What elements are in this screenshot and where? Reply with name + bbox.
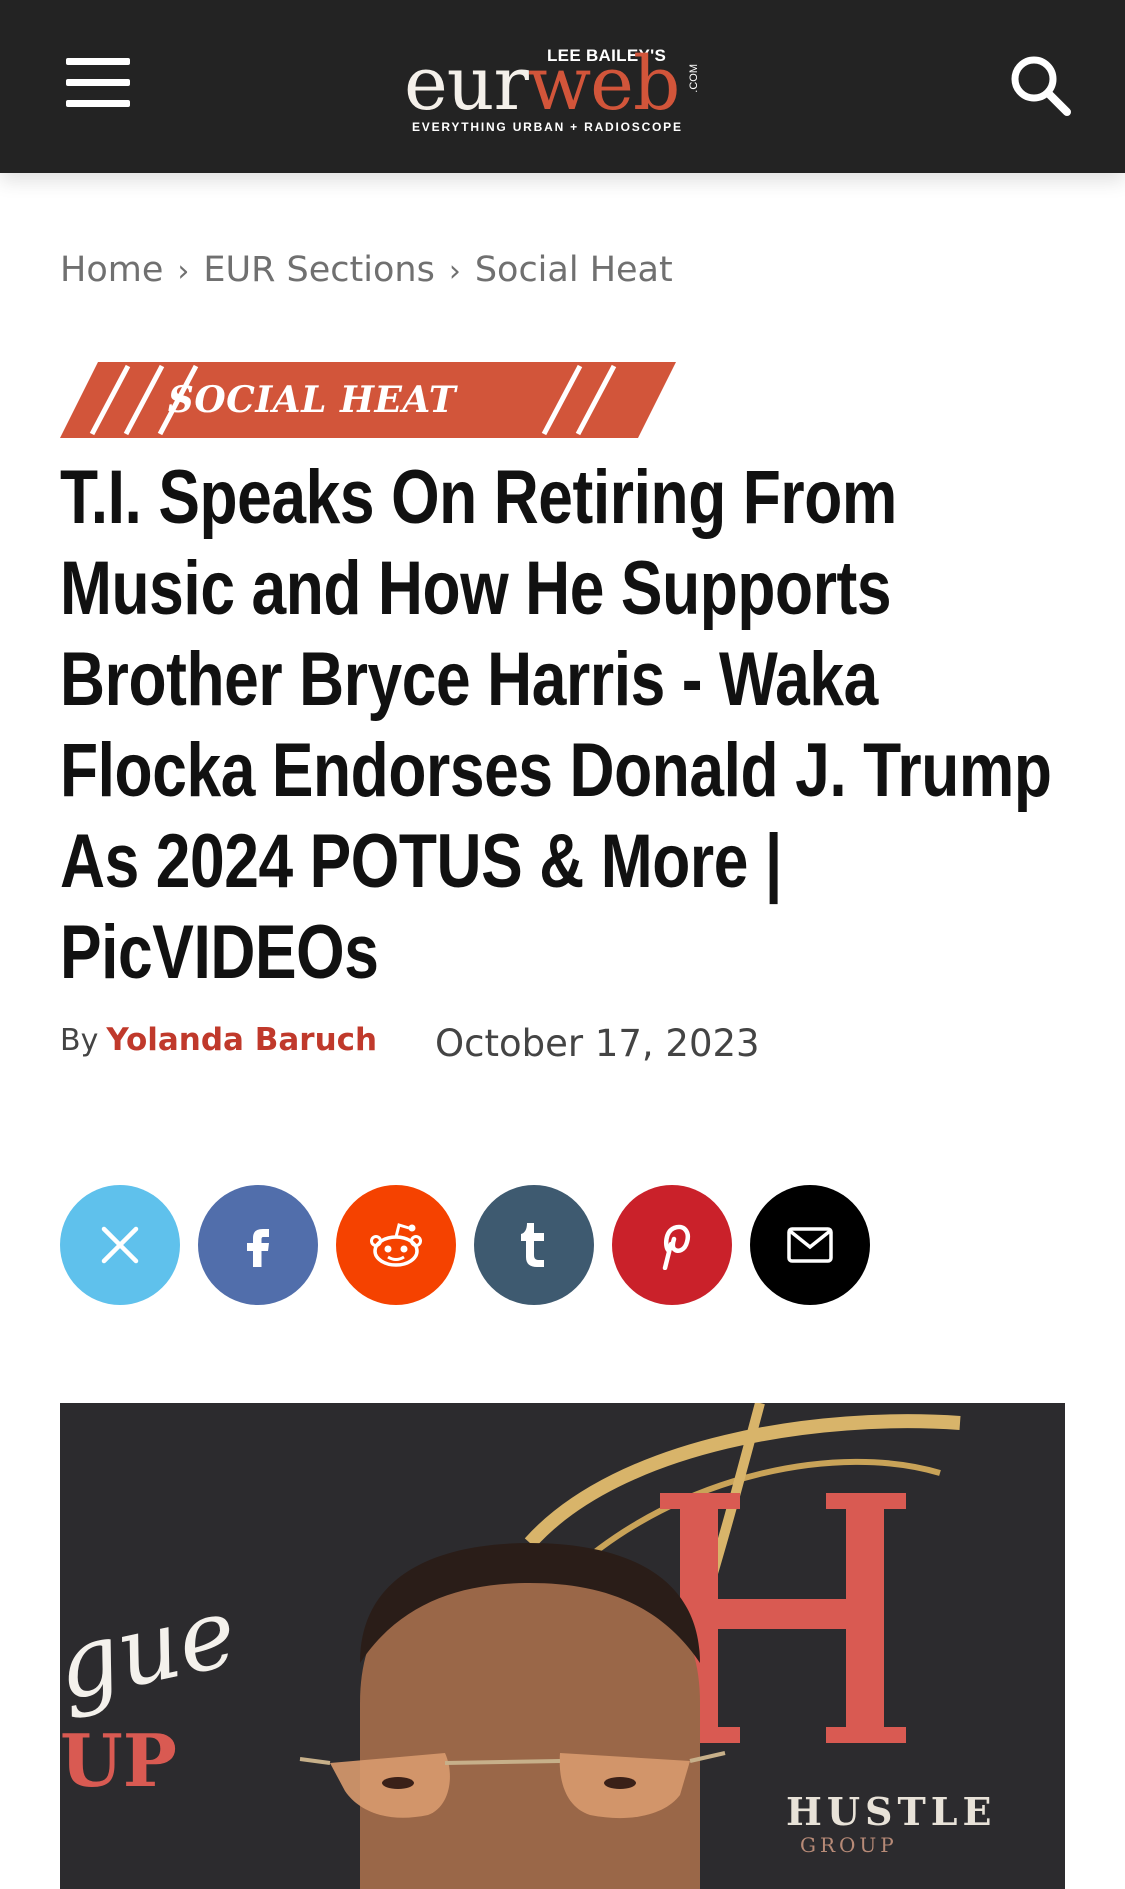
hamburger-menu-icon[interactable] xyxy=(60,54,140,110)
share-facebook-button[interactable] xyxy=(198,1185,318,1305)
category-label: SOCIAL HEAT xyxy=(167,379,457,421)
top-navigation-bar: LEE BAILEY'S eurweb .COM EVERYTHING URBA… xyxy=(0,0,1125,173)
chevron-right-icon: › xyxy=(177,254,190,289)
by-label: By xyxy=(60,1023,99,1058)
search-icon[interactable] xyxy=(1005,50,1075,120)
backdrop-text-right-2: GROUP xyxy=(800,1833,898,1857)
publish-date: October 17, 2023 xyxy=(435,1022,760,1065)
breadcrumb: Home › EUR Sections › Social Heat xyxy=(60,250,673,290)
facebook-icon xyxy=(238,1221,278,1269)
chevron-right-icon: › xyxy=(448,254,461,289)
article-title: T.I. Speaks On Retiring From Music and H… xyxy=(60,455,1052,995)
logo-wordmark: eurweb xyxy=(404,41,681,127)
breadcrumb-social-heat[interactable]: Social Heat xyxy=(475,250,673,290)
category-badge[interactable]: SOCIAL HEAT xyxy=(60,362,676,438)
logo-tagline: EVERYTHING URBAN + RADIOSCOPE xyxy=(412,120,683,134)
breadcrumb-home[interactable]: Home xyxy=(60,250,163,290)
envelope-icon xyxy=(786,1225,834,1265)
logo-com: .COM xyxy=(688,64,700,93)
reddit-icon xyxy=(368,1221,424,1269)
tumblr-icon xyxy=(517,1221,551,1269)
breadcrumb-eur-sections[interactable]: EUR Sections xyxy=(203,250,434,290)
share-tumblr-button[interactable] xyxy=(474,1185,594,1305)
menu-bar xyxy=(66,79,130,86)
site-logo[interactable]: LEE BAILEY'S eurweb .COM EVERYTHING URBA… xyxy=(392,24,732,144)
author-link[interactable]: Yolanda Baruch xyxy=(106,1022,377,1058)
backdrop-text-left-2: UP xyxy=(60,1718,177,1803)
menu-bar xyxy=(66,58,130,65)
logo-eur: eur xyxy=(404,41,529,127)
share-reddit-button[interactable] xyxy=(336,1185,456,1305)
x-icon xyxy=(98,1223,142,1267)
share-pinterest-button[interactable] xyxy=(612,1185,732,1305)
backdrop-text-right: HUSTLE xyxy=(786,1789,997,1834)
share-email-button[interactable] xyxy=(750,1185,870,1305)
logo-web: web xyxy=(527,41,681,127)
byline: By Yolanda Baruch xyxy=(60,1022,377,1058)
menu-bar xyxy=(66,100,130,107)
share-x-button[interactable] xyxy=(60,1185,180,1305)
pinterest-icon xyxy=(652,1220,692,1270)
featured-image[interactable]: gue UP HUSTLE GROUP xyxy=(60,1403,1065,1889)
